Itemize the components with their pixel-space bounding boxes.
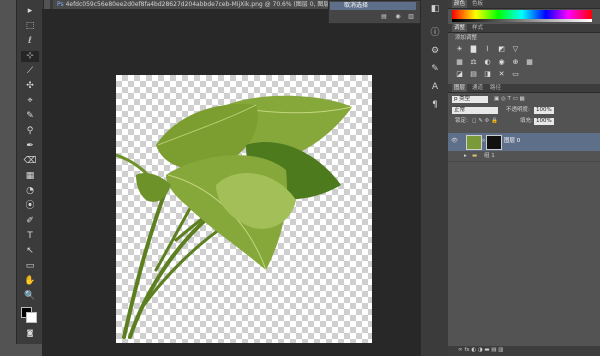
blend-mode-select[interactable]: 正常 [452,107,498,114]
stamp-tool-icon[interactable]: ⚲ [21,126,39,137]
history-brush-tool-icon[interactable]: ✒ [21,141,39,152]
zoom-tool-icon[interactable]: 🔍 [21,291,39,302]
curves-icon[interactable]: ⌇ [483,45,492,53]
chain-link-icon[interactable]: ∞ [481,138,486,145]
lasso-tool-icon[interactable]: ℓ [21,36,39,47]
layers-bottom-bar: ∞ fx ◐ ◑ ▬ ▤ ▥ [448,346,600,356]
pen-tool-icon[interactable]: ✐ [21,216,39,227]
character-panel-icon[interactable]: A [430,82,440,92]
color-spectrum[interactable] [452,10,592,19]
filter-icons[interactable]: ▣ ◎ T ▭ ▦ [494,96,525,103]
hand-tool-icon[interactable]: ✋ [21,276,39,287]
ps-file-icon: Ps [57,1,64,8]
visibility-eye-icon[interactable]: 👁 [451,138,458,145]
trash-icon[interactable]: ▥ [407,14,415,20]
brightness-icon[interactable]: ☀ [455,45,464,53]
right-panels [448,0,600,356]
vibrance-icon[interactable]: ▽ [511,45,520,53]
gradient-map-icon[interactable]: ▭ [511,70,520,78]
quick-mask-icon[interactable]: ◙ [21,328,39,339]
bw-icon[interactable]: ◐ [483,58,492,66]
adjustments-title: 添加调整 [455,35,478,41]
posterize-icon[interactable]: ▤ [469,70,478,78]
lock-icons[interactable]: ◻ ✎ ✣ 🔒 [472,118,498,125]
document-title: 4efdc059c56e80ee2d0ef8fa4bd28627d204abbd… [65,1,355,8]
fill-label: 填充: [520,118,533,124]
new-snapshot-icon[interactable]: ▤ [380,14,388,20]
fill-input[interactable]: 100% [534,118,554,125]
info-panel-icon[interactable]: ⓘ [430,28,440,38]
exposure-icon[interactable]: ◩ [497,45,506,53]
color-panel-header: 颜色 色板 [448,0,600,9]
history-item-label: 取消选择 [344,2,369,9]
layer-actions-icons[interactable]: ∞ fx ◐ ◑ ▬ ▤ ▥ [458,347,503,354]
panel-icon-strip: ◧ ⓘ ⚙ ✎ A ¶ [420,0,449,356]
brush-panel-icon[interactable]: ✎ [430,64,440,74]
photo-filter-icon[interactable]: ◉ [497,58,506,66]
balance-icon[interactable]: ⚖ [469,58,478,66]
history-panel-icon[interactable]: ◧ [430,4,440,14]
document-canvas[interactable] [115,75,372,343]
group-row-1[interactable] [448,151,600,162]
adjustments-panel-header: 调整 样式 [448,24,600,33]
levels-icon[interactable]: ▇ [469,45,478,53]
opacity-label: 不透明度: [506,107,530,113]
threshold-icon[interactable]: ◨ [483,70,492,78]
layer-thumbnail [466,135,482,150]
quick-select-tool-icon[interactable]: ⊹ [21,51,39,62]
lookup-icon[interactable]: ▦ [525,58,534,66]
tab-layers[interactable]: 图层 [452,84,468,92]
layers-panel-header: 图层 通道 路径 [448,84,600,93]
eraser-tool-icon[interactable]: ⌫ [21,156,39,167]
layer-mask-thumbnail[interactable] [486,135,502,150]
paragraph-panel-icon[interactable]: ¶ [430,100,440,110]
document-tab[interactable]: Ps 4efdc059c56e80ee2d0ef8fa4bd28627d204a… [53,0,371,9]
background-color-swatch[interactable] [26,312,37,323]
path-select-tool-icon[interactable]: ↖ [21,246,39,257]
tab-swatches[interactable]: 色板 [470,0,485,8]
move-tool-icon[interactable]: ▸ [21,6,39,17]
marquee-tool-icon[interactable]: ⬚ [21,21,39,32]
layer-name[interactable]: 图层 0 [504,138,520,145]
layer-filter-select[interactable]: p 类型 [452,96,488,103]
crop-tool-icon[interactable]: ⟋ [21,66,39,77]
camera-icon[interactable]: ◉ [394,14,402,20]
tab-color[interactable]: 颜色 [452,0,468,8]
selective-color-icon[interactable]: ✕ [497,70,506,78]
tools-panel: ▸ ⬚ ℓ ⊹ ⟋ ✣ ⌖ ✎ ⚲ ✒ ⌫ ▦ ◔ ⦿ ✐ T ↖ ▭ ✋ 🔍 … [16,0,44,344]
tab-paths[interactable]: 路径 [488,84,503,92]
group-name[interactable]: 组 1 [484,153,495,160]
tab-channels[interactable]: 通道 [470,84,485,92]
lock-label: 锁定: [455,118,468,124]
tab-styles[interactable]: 样式 [470,24,485,32]
folder-icon: ▬ [472,153,478,159]
opacity-input[interactable]: 100% [534,107,554,114]
gradient-tool-icon[interactable]: ▦ [21,171,39,182]
grayscale-ramp[interactable] [452,19,592,22]
hue-icon[interactable]: ▦ [455,58,464,66]
brush-tool-icon[interactable]: ✎ [21,111,39,122]
history-item[interactable]: 取消选择 [330,2,416,10]
leaf-artwork [115,95,353,339]
channel-mixer-icon[interactable]: ⊕ [511,58,520,66]
dodge-tool-icon[interactable]: ⦿ [21,201,39,212]
type-tool-icon[interactable]: T [21,231,39,242]
properties-panel-icon[interactable]: ⚙ [430,46,440,56]
invert-icon[interactable]: ◪ [455,70,464,78]
healing-tool-icon[interactable]: ⌖ [21,96,39,107]
expand-arrow-icon[interactable]: ▸ [464,153,467,160]
tab-adjustments[interactable]: 调整 [452,24,468,32]
blur-tool-icon[interactable]: ◔ [21,186,39,197]
eyedropper-tool-icon[interactable]: ✣ [21,81,39,92]
shape-tool-icon[interactable]: ▭ [21,261,39,272]
